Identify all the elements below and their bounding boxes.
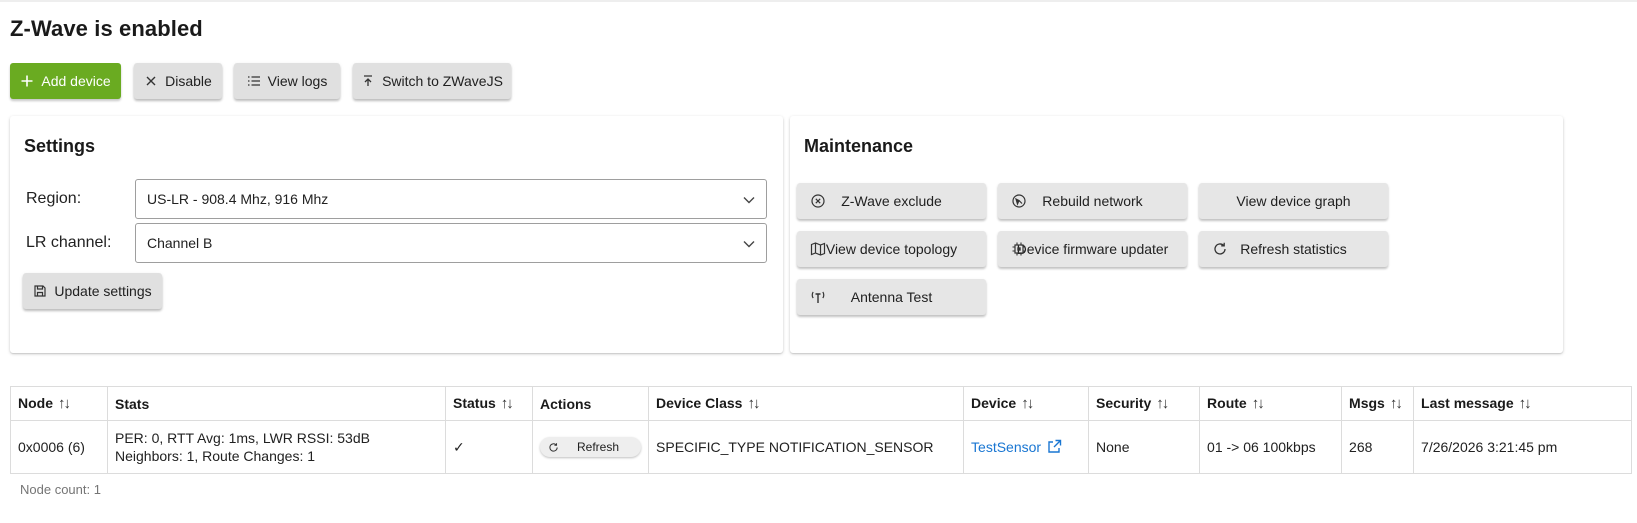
- cell-actions: Refresh: [531, 420, 650, 474]
- sort-icon[interactable]: ↑↓: [58, 395, 71, 412]
- row-refresh-button[interactable]: Refresh: [540, 437, 642, 457]
- settings-card: Settings Region: US-LR - 908.4 Mhz, 916 …: [10, 116, 783, 353]
- antenna-test-label: Antenna Test: [850, 289, 933, 305]
- refresh-icon: [549, 442, 558, 452]
- lr-channel-value: Channel B: [147, 235, 213, 251]
- region-label: Region:: [26, 190, 82, 207]
- rebuild-network-button[interactable]: Rebuild network: [998, 183, 1187, 219]
- cell-device-class: SPECIFIC_TYPE NOTIFICATION_SENSOR: [648, 420, 965, 474]
- column-header-stats: Stats: [107, 386, 446, 421]
- refresh-icon: [1212, 241, 1228, 257]
- list-icon: [247, 74, 261, 88]
- column-header-node[interactable]: Node ↑↓: [10, 386, 108, 421]
- sort-icon[interactable]: ↑↓: [1252, 395, 1265, 412]
- maintenance-card: Maintenance Z-Wave exclude Rebuild netwo…: [790, 116, 1563, 353]
- plus-icon: [20, 74, 34, 88]
- disable-button[interactable]: Disable: [134, 63, 222, 99]
- add-device-label: Add device: [41, 73, 111, 89]
- sort-icon[interactable]: ↑↓: [1390, 395, 1403, 412]
- maintenance-title: Maintenance: [804, 136, 914, 156]
- x-circle-icon: [810, 193, 826, 209]
- node-count: Node count: 1: [20, 482, 101, 497]
- disable-label: Disable: [165, 73, 212, 89]
- table-row: 0x0006 (6) PER: 0, RTT Avg: 1ms, LWR RSS…: [10, 420, 1632, 474]
- column-header-status[interactable]: Status ↑↓: [445, 386, 533, 421]
- refresh-statistics-label: Refresh statistics: [1240, 241, 1347, 257]
- chevron-down-icon: [742, 237, 756, 251]
- switch-zwavejs-button[interactable]: Switch to ZWaveJS: [353, 63, 511, 99]
- check-icon: ✓: [453, 438, 465, 455]
- refresh-statistics-button[interactable]: Refresh statistics: [1199, 231, 1388, 267]
- cell-route: 01 -> 06 100kbps: [1199, 420, 1343, 474]
- cell-status: ✓: [445, 420, 533, 474]
- cell-stats: PER: 0, RTT Avg: 1ms, LWR RSSI: 53dB Nei…: [107, 420, 446, 474]
- view-device-graph-label: View device graph: [1236, 193, 1351, 209]
- external-link-icon[interactable]: [1047, 439, 1062, 454]
- column-header-actions: Actions: [531, 386, 650, 421]
- save-icon: [33, 284, 47, 298]
- view-logs-label: View logs: [267, 73, 328, 89]
- device-link[interactable]: TestSensor: [971, 439, 1041, 455]
- rebuild-network-label: Rebuild network: [1042, 193, 1143, 209]
- update-settings-label: Update settings: [54, 283, 152, 299]
- view-logs-button[interactable]: View logs: [234, 63, 340, 99]
- switch-icon: [361, 74, 375, 88]
- antenna-test-button[interactable]: Antenna Test: [797, 279, 986, 315]
- page-title: Z-Wave is enabled: [10, 16, 203, 41]
- column-header-device[interactable]: Device ↑↓: [963, 386, 1090, 421]
- zwave-exclude-label: Z-Wave exclude: [841, 193, 942, 209]
- nodes-table: Node ↑↓ Stats Status ↑↓ Actions Device Cla…: [10, 386, 1632, 474]
- close-icon: [144, 74, 158, 88]
- switch-label: Switch to ZWaveJS: [382, 73, 503, 89]
- settings-title: Settings: [24, 136, 96, 156]
- stats-line-1: PER: 0, RTT Avg: 1ms, LWR RSSI: 53dB: [115, 430, 370, 446]
- chevron-down-icon: [742, 193, 756, 207]
- stats-line-2: Neighbors: 1, Route Changes: 1: [115, 448, 316, 464]
- view-device-topology-label: View device topology: [825, 241, 958, 257]
- cell-msgs: 268: [1341, 420, 1415, 474]
- column-header-msgs[interactable]: Msgs ↑↓: [1341, 386, 1415, 421]
- column-header-last-message[interactable]: Last message ↑↓: [1413, 386, 1632, 421]
- column-header-security[interactable]: Security ↑↓: [1088, 386, 1201, 421]
- sort-icon[interactable]: ↑↓: [747, 395, 760, 412]
- region-select[interactable]: US-LR - 908.4 Mhz, 916 Mhz: [135, 179, 767, 219]
- sort-icon[interactable]: ↑↓: [1519, 395, 1532, 412]
- view-device-graph-button[interactable]: View device graph: [1199, 183, 1388, 219]
- cell-security: None: [1088, 420, 1201, 474]
- top-divider: [0, 0, 1637, 2]
- lr-channel-select[interactable]: Channel B: [135, 223, 767, 263]
- chip-icon: [1011, 241, 1027, 257]
- cell-node: 0x0006 (6): [10, 420, 108, 474]
- rebuild-icon: [1011, 193, 1027, 209]
- device-firmware-updater-button[interactable]: Device firmware updater: [998, 231, 1187, 267]
- add-device-button[interactable]: Add device: [10, 63, 121, 99]
- zwave-exclude-button[interactable]: Z-Wave exclude: [797, 183, 986, 219]
- cell-last-message: 7/26/2026 3:21:45 pm: [1413, 420, 1632, 474]
- sort-icon[interactable]: ↑↓: [501, 395, 514, 412]
- update-settings-button[interactable]: Update settings: [23, 273, 162, 309]
- cell-device: TestSensor: [963, 420, 1090, 474]
- sort-icon[interactable]: ↑↓: [1156, 395, 1169, 412]
- map-icon: [810, 241, 826, 257]
- row-refresh-label: Refresh: [577, 440, 620, 454]
- sort-icon[interactable]: ↑↓: [1021, 395, 1034, 412]
- device-firmware-updater-label: Device firmware updater: [1016, 241, 1169, 257]
- column-header-device-class[interactable]: Device Class ↑↓: [648, 386, 965, 421]
- view-device-topology-button[interactable]: View device topology: [797, 231, 986, 267]
- column-header-route[interactable]: Route ↑↓: [1199, 386, 1343, 421]
- table-header-row: Node ↑↓ Stats Status ↑↓ Actions Device Cla…: [10, 386, 1632, 421]
- region-value: US-LR - 908.4 Mhz, 916 Mhz: [147, 191, 329, 207]
- lr-channel-label: LR channel:: [26, 234, 112, 251]
- antenna-icon: [810, 289, 826, 305]
